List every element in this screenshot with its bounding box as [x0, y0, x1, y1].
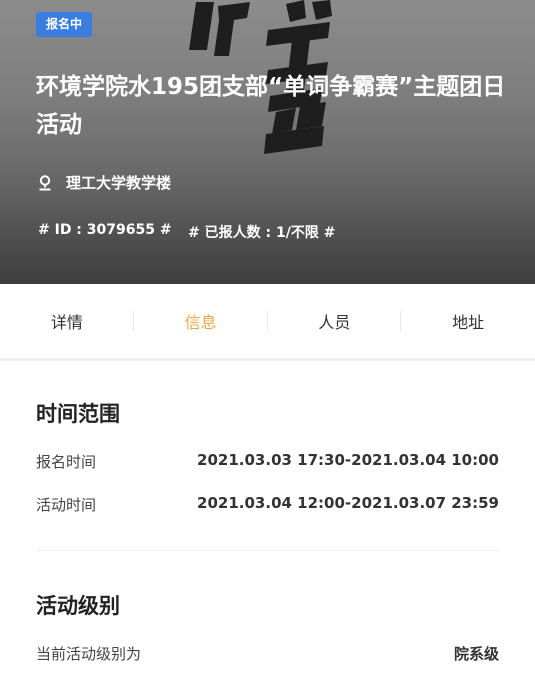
location-pin-icon — [39, 174, 51, 190]
activity-time-value: 2021.03.04 12:00-2021.03.07 23:59 — [197, 494, 499, 512]
tab-info[interactable]: 信息 — [134, 284, 268, 358]
location-row[interactable]: 理工大学教学楼 — [38, 172, 171, 193]
level-value: 院系级 — [453, 645, 499, 663]
detail-tab-bar: 详情 信息 人员 地址 — [0, 284, 535, 361]
section-divider — [36, 550, 499, 551]
time-section-title: 时间范围 — [36, 402, 120, 426]
tab-label: 详情 — [50, 313, 83, 332]
level-section-title: 活动级别 — [36, 594, 120, 618]
tab-address[interactable]: 地址 — [401, 284, 535, 358]
event-hero-banner: 报名中 环境学院水195团支部“单词争霸赛”主题团日活动 理工大学教学楼 # I… — [0, 0, 535, 284]
event-title: 环境学院水195团支部“单词争霸赛”主题团日活动 — [36, 74, 506, 138]
location-text: 理工大学教学楼 — [66, 174, 172, 192]
tab-label: 信息 — [184, 313, 217, 332]
status-badge: 报名中 — [36, 12, 93, 37]
tab-label: 地址 — [452, 313, 485, 332]
tab-details[interactable]: 详情 — [0, 284, 134, 358]
signup-time-label: 报名时间 — [36, 453, 97, 471]
signup-count-tag: # 已报人数 : 1/不限 # — [188, 225, 336, 241]
activity-time-label: 活动时间 — [36, 496, 97, 514]
level-label: 当前活动级别为 — [36, 645, 142, 663]
tab-label: 人员 — [318, 313, 351, 332]
signup-time-value: 2021.03.03 17:30-2021.03.04 10:00 — [197, 451, 499, 469]
tab-members[interactable]: 人员 — [268, 284, 402, 358]
event-id-tag: # ID : 3079655 # — [38, 222, 172, 238]
